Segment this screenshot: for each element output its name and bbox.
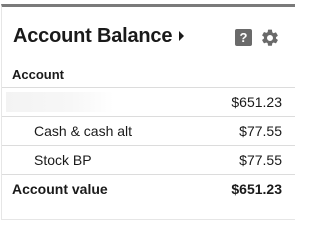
help-icon[interactable]: ? bbox=[235, 29, 252, 46]
account-balance-title-link[interactable]: Account Balance bbox=[13, 25, 185, 47]
account-value-label: Account value bbox=[12, 181, 108, 197]
account-value-amount: $651.23 bbox=[231, 181, 282, 197]
widget-title: Account Balance bbox=[13, 25, 173, 47]
widget-header: Account Balance ? bbox=[2, 7, 295, 57]
redacted-account-name bbox=[6, 92, 114, 112]
gear-icon[interactable] bbox=[260, 28, 280, 48]
account-value-row: Account value $651.23 bbox=[2, 174, 295, 203]
cash-row-label: Cash & cash alt bbox=[34, 123, 133, 139]
account-row-value: $651.23 bbox=[231, 94, 282, 110]
caret-right-icon bbox=[179, 31, 185, 41]
cash-row-value: $77.55 bbox=[239, 123, 282, 139]
stock-bp-row-label: Stock BP bbox=[34, 152, 92, 168]
stock-bp-row: Stock BP $77.55 bbox=[2, 145, 295, 174]
account-balance-widget: Account Balance ? Account $651.23 Cash &… bbox=[1, 4, 295, 220]
section-label-account: Account bbox=[12, 67, 64, 82]
stock-bp-row-value: $77.55 bbox=[239, 152, 282, 168]
account-row[interactable]: $651.23 bbox=[2, 87, 295, 116]
cash-row: Cash & cash alt $77.55 bbox=[2, 116, 295, 145]
